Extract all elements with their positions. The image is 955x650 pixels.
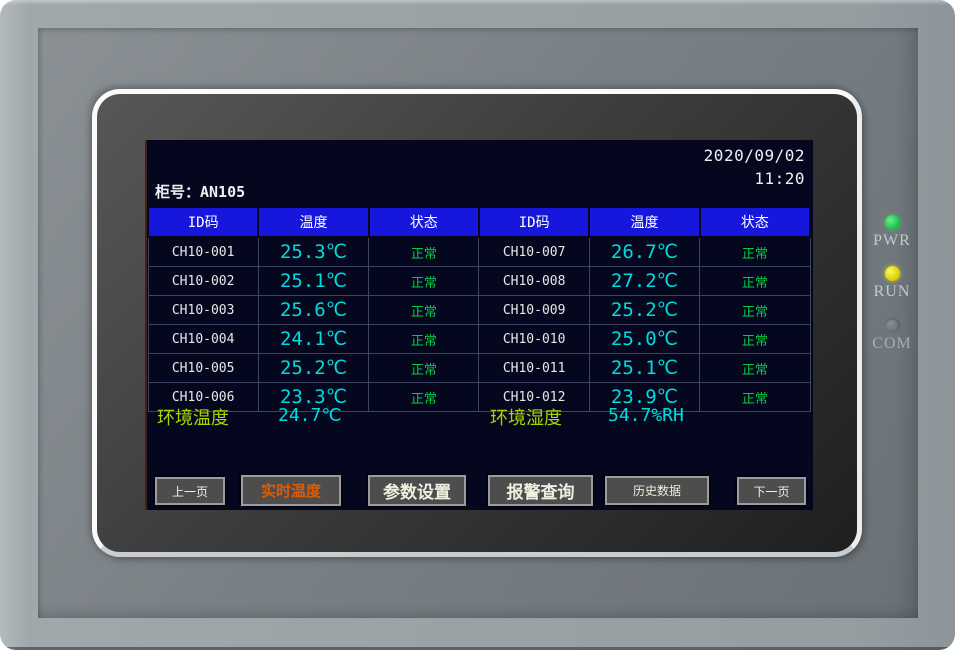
- lcd-screen: 2020/09/02 11:20 柜号：AN105 ID码 温度 状态 ID码 …: [145, 140, 813, 510]
- status-cell: 正常: [369, 325, 479, 354]
- ambient-humidity-value: 54.7%RH: [608, 405, 684, 426]
- temperature-cell: 26.7℃: [589, 237, 699, 267]
- history-data-button[interactable]: 历史数据: [605, 476, 709, 505]
- channel-id-cell: CH10-008: [479, 267, 589, 296]
- channel-temperature-table: ID码 温度 状态 ID码 温度 状态 CH10-001 25.3℃ 正常 CH…: [147, 206, 811, 412]
- temperature-cell: 25.2℃: [258, 354, 368, 383]
- header-temp-col-2: 温度: [589, 207, 699, 237]
- com-led-label: COM: [866, 335, 918, 353]
- header-status-col-2: 状态: [700, 207, 810, 237]
- status-cell: 正常: [369, 296, 479, 325]
- power-led-group: PWR: [866, 215, 918, 250]
- channel-id-cell: CH10-007: [479, 237, 589, 267]
- status-cell: 正常: [369, 354, 479, 383]
- run-led-label: RUN: [866, 283, 918, 301]
- table-row: CH10-001 25.3℃ 正常 CH10-007 26.7℃ 正常: [148, 237, 810, 267]
- status-cell: 正常: [700, 296, 810, 325]
- ambient-temperature-value: 24.7℃: [278, 405, 342, 426]
- power-led-label: PWR: [866, 232, 918, 250]
- run-led-icon: [885, 266, 900, 281]
- time-display: 11:20: [754, 169, 805, 188]
- realtime-temp-button[interactable]: 实时温度: [241, 475, 341, 506]
- com-led-icon: [885, 318, 900, 333]
- hmi-device-bezel: 2020/09/02 11:20 柜号：AN105 ID码 温度 状态 ID码 …: [0, 0, 955, 650]
- channel-id-cell: CH10-004: [148, 325, 258, 354]
- run-led-group: RUN: [866, 266, 918, 301]
- channel-id-cell: CH10-001: [148, 237, 258, 267]
- status-cell: 正常: [369, 383, 479, 412]
- table-row: CH10-006 23.3℃ 正常 CH10-012 23.9℃ 正常: [148, 383, 810, 412]
- channel-id-cell: CH10-005: [148, 354, 258, 383]
- com-led-group: COM: [866, 318, 918, 353]
- ambient-temperature-label: 环境温度: [157, 404, 229, 430]
- status-cell: 正常: [700, 325, 810, 354]
- temperature-cell: 25.1℃: [589, 354, 699, 383]
- temperature-cell: 25.6℃: [258, 296, 368, 325]
- channel-id-cell: CH10-010: [479, 325, 589, 354]
- header-id-col-2: ID码: [479, 207, 589, 237]
- temperature-cell: 25.1℃: [258, 267, 368, 296]
- status-cell: 正常: [369, 237, 479, 267]
- status-cell: 正常: [700, 354, 810, 383]
- channel-id-cell: CH10-002: [148, 267, 258, 296]
- ambient-humidity-label: 环境湿度: [490, 404, 562, 430]
- table-row: CH10-003 25.6℃ 正常 CH10-009 25.2℃ 正常: [148, 296, 810, 325]
- status-cell: 正常: [700, 267, 810, 296]
- next-page-button[interactable]: 下一页: [737, 477, 806, 505]
- table-row: CH10-002 25.1℃ 正常 CH10-008 27.2℃ 正常: [148, 267, 810, 296]
- channel-id-cell: CH10-009: [479, 296, 589, 325]
- channel-id-cell: CH10-003: [148, 296, 258, 325]
- header-status-col-1: 状态: [369, 207, 479, 237]
- status-cell: 正常: [700, 383, 810, 412]
- temperature-cell: 25.2℃: [589, 296, 699, 325]
- temperature-cell: 24.1℃: [258, 325, 368, 354]
- channel-id-cell: CH10-011: [479, 354, 589, 383]
- prev-page-button[interactable]: 上一页: [155, 477, 225, 505]
- table-row: CH10-005 25.2℃ 正常 CH10-011 25.1℃ 正常: [148, 354, 810, 383]
- header-temp-col-1: 温度: [258, 207, 368, 237]
- power-led-icon: [885, 215, 900, 230]
- status-cell: 正常: [369, 267, 479, 296]
- date-display: 2020/09/02: [704, 146, 805, 165]
- header-id-col-1: ID码: [148, 207, 258, 237]
- temperature-cell: 25.3℃: [258, 237, 368, 267]
- param-settings-button[interactable]: 参数设置: [368, 475, 466, 506]
- alarm-query-button[interactable]: 报警查询: [488, 475, 593, 506]
- table-row: CH10-004 24.1℃ 正常 CH10-010 25.0℃ 正常: [148, 325, 810, 354]
- temperature-cell: 25.0℃: [589, 325, 699, 354]
- cabinet-id-label: 柜号：AN105: [155, 181, 245, 202]
- table-header-row: ID码 温度 状态 ID码 温度 状态: [148, 207, 810, 237]
- status-cell: 正常: [700, 237, 810, 267]
- temperature-cell: 27.2℃: [589, 267, 699, 296]
